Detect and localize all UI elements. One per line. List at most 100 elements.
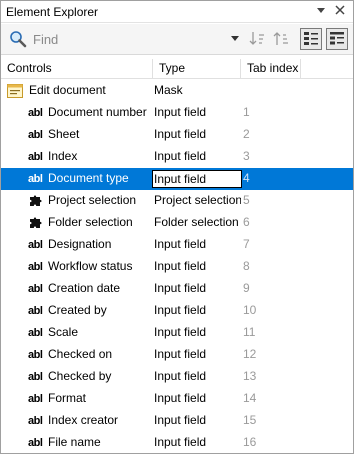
text-field-icon: abl <box>28 371 43 383</box>
tree-row-type: Project selection <box>154 193 241 207</box>
tree-row[interactable]: abl Scale Input field 11 <box>1 322 353 344</box>
tree-row[interactable]: abl Designation Input field 7 <box>1 234 353 256</box>
search-dropdown-icon[interactable] <box>230 33 240 43</box>
tree-row-tab-index: 1 <box>243 105 250 119</box>
tree-row-name: Index creator <box>48 413 119 427</box>
column-header: Controls Type Tab index <box>1 59 353 79</box>
tree-view-icon[interactable] <box>300 28 322 50</box>
tree-row[interactable]: Folder selection Folder selection 6 <box>1 212 353 234</box>
tree-row-name: Format <box>48 391 87 405</box>
tree-row[interactable]: abl Index Input field 3 <box>1 146 353 168</box>
tree-row-tab-index: 9 <box>243 281 250 295</box>
tree-row-tab-index: 15 <box>243 413 257 427</box>
element-explorer-panel: Element Explorer Find Controls Type Tab … <box>0 0 354 454</box>
text-field-icon: abl <box>28 239 43 251</box>
tree-row-type: Input field <box>154 391 207 405</box>
text-field-icon: abl <box>28 151 43 163</box>
tree-row-name: Index <box>48 149 78 163</box>
search-input[interactable] <box>33 30 223 48</box>
text-field-icon: abl <box>28 173 43 185</box>
tree-row-type: Input field <box>154 105 207 119</box>
tree-row-tab-index: 8 <box>243 259 250 273</box>
tree-row[interactable]: abl Workflow status Input field 8 <box>1 256 353 278</box>
dropdown-pin-icon[interactable] <box>314 4 328 18</box>
tree-row[interactable]: abl Checked by Input field 13 <box>1 366 353 388</box>
tree-row-name: Folder selection <box>48 215 133 229</box>
tree-row-type[interactable]: Input field <box>152 170 242 188</box>
tree-row[interactable]: abl Format Input field 14 <box>1 388 353 410</box>
tree-row[interactable]: abl Document number Input field 1 <box>1 102 353 124</box>
tree-row-tab-index: 12 <box>243 347 257 361</box>
tree-row[interactable]: abl Sheet Input field 2 <box>1 124 353 146</box>
tree-row-tab-index: 13 <box>243 369 257 383</box>
tree-row-tab-index: 14 <box>243 391 257 405</box>
tree-row-type: Input field <box>154 149 207 163</box>
panel-title: Element Explorer <box>6 5 99 19</box>
tree-row-type: Folder selection <box>154 215 239 229</box>
tree-row-type: Input field <box>154 325 207 339</box>
tree-row-tab-index: 3 <box>243 149 250 163</box>
text-field-icon: abl <box>28 261 43 273</box>
text-field-icon: abl <box>28 107 43 119</box>
tree-row-name: Scale <box>48 325 79 339</box>
tree-row-root[interactable]: Edit document Mask <box>1 80 353 102</box>
tree-row-tab-index: 5 <box>243 193 250 207</box>
puzzle-icon <box>28 194 44 208</box>
text-field-icon: abl <box>28 305 43 317</box>
tree-row-type: Input field <box>154 237 207 251</box>
tree-row-type: Input field <box>154 303 207 317</box>
text-field-icon: abl <box>28 415 43 427</box>
tree-row-type: Mask <box>154 83 183 97</box>
tree-row[interactable]: Project selection Project selection 5 <box>1 190 353 212</box>
tree-row-name: Creation date <box>48 281 121 295</box>
column-type[interactable]: Type <box>153 59 241 79</box>
sort-down-icon[interactable] <box>247 29 267 49</box>
tree-row-name: Workflow status <box>48 259 133 273</box>
tree-row-type: Input field <box>154 281 207 295</box>
tree-row-name: Sheet <box>48 127 80 141</box>
column-controls[interactable]: Controls <box>1 59 153 79</box>
tree-row-type: Input field <box>154 435 207 449</box>
tree-row[interactable]: abl Checked on Input field 12 <box>1 344 353 366</box>
tree-row-type: Input field <box>154 413 207 427</box>
search-icon <box>9 30 27 48</box>
tree-row-name: Document number <box>48 105 147 119</box>
tree-row-tab-index: 11 <box>243 325 256 339</box>
text-field-icon: abl <box>28 349 43 361</box>
tree-row-tab-index: 6 <box>243 215 250 229</box>
tree-row[interactable]: abl Created by Input field 10 <box>1 300 353 322</box>
tree-row-type: Input field <box>154 347 207 361</box>
tree-row-name: Project selection <box>48 193 137 207</box>
tree-row-name: Document type <box>48 171 129 185</box>
tree-row-tab-index: 4 <box>243 171 250 185</box>
tree-row-tab-index: 2 <box>243 127 250 141</box>
tree-row[interactable]: abl Creation date Input field 9 <box>1 278 353 300</box>
puzzle-icon <box>28 216 44 230</box>
search-toolbar <box>1 24 353 55</box>
sort-up-icon[interactable] <box>271 29 291 49</box>
tree-row[interactable]: abl Document type Input field 4 <box>1 168 353 190</box>
form-icon <box>7 84 23 98</box>
element-tree: Edit document Mask abl Document number Inp… <box>1 80 353 454</box>
tree-row-name: Created by <box>48 303 107 317</box>
tree-row-name: Checked on <box>48 347 113 361</box>
tree-row[interactable]: abl Index creator Input field 15 <box>1 410 353 432</box>
tree-row-tab-index: 10 <box>243 303 257 317</box>
tree-row-tab-index: 7 <box>243 237 250 251</box>
text-field-icon: abl <box>28 393 43 405</box>
tree-row-type: Input field <box>154 127 207 141</box>
panel-titlebar: Element Explorer <box>1 1 353 23</box>
list-view-icon[interactable] <box>326 28 348 50</box>
text-field-icon: abl <box>28 437 43 449</box>
text-field-icon: abl <box>28 283 43 295</box>
tree-row-type: Input field <box>154 369 207 383</box>
column-tab-index[interactable]: Tab index <box>241 59 301 79</box>
tree-row[interactable]: abl File name Input field 16 <box>1 432 353 454</box>
tree-row-type: Input field <box>154 259 207 273</box>
text-field-icon: abl <box>28 327 43 339</box>
tree-row-name: Checked by <box>48 369 112 383</box>
close-icon[interactable] <box>333 4 347 18</box>
tree-row-name: Edit document <box>29 83 106 97</box>
text-field-icon: abl <box>28 129 43 141</box>
tree-row-name: File name <box>48 435 101 449</box>
